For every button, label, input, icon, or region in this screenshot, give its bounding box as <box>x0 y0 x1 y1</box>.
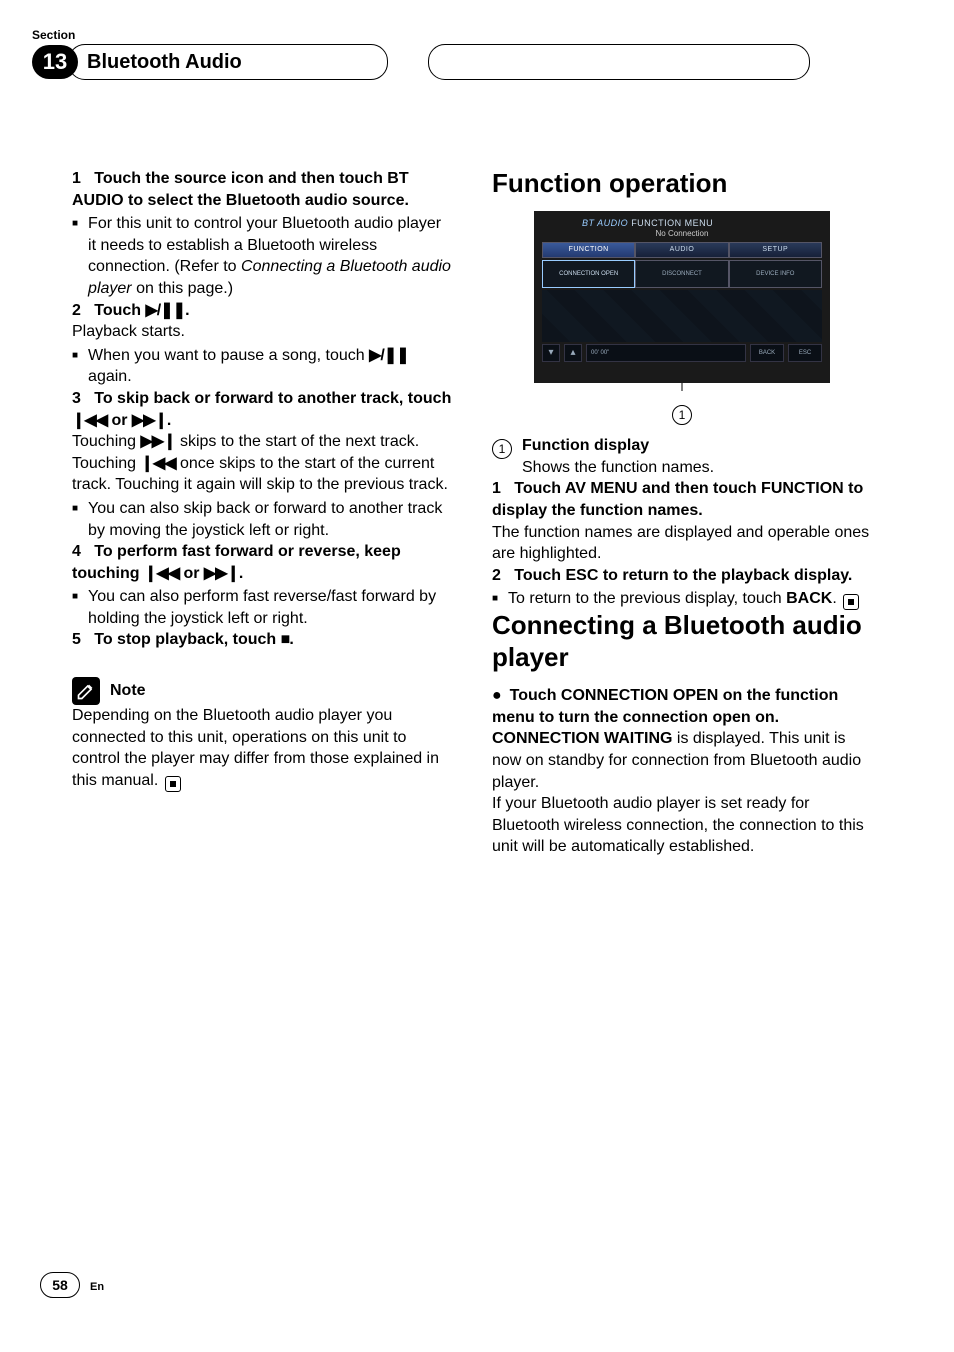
ss-btn-device-info[interactable]: DEVICE INFO <box>729 260 822 288</box>
step2-sub: ■ When you want to pause a song, touch ▶… <box>72 345 452 388</box>
conn-line2: If your Bluetooth audio player is set re… <box>492 793 872 858</box>
step2-line1: Playback starts. <box>72 321 452 343</box>
bullet-icon: ■ <box>492 588 498 610</box>
ss-footer: ▾ ▴ 00' 00" BACK ESC <box>542 344 822 362</box>
ss-back-button[interactable]: BACK <box>750 344 784 362</box>
ss-btn-disconnect[interactable]: DISCONNECT <box>635 260 728 288</box>
ss-button-row: CONNECTION OPEN DISCONNECT DEVICE INFO <box>542 260 822 288</box>
bullet-icon: ■ <box>72 345 78 388</box>
step1-head: 1 Touch the source icon and then touch B… <box>72 168 452 211</box>
ss-esc-button[interactable]: ESC <box>788 344 822 362</box>
stop-icon: ■ <box>281 631 290 648</box>
function-operation-heading: Function operation <box>492 168 872 199</box>
step5-head: 5 To stop playback, touch ■. <box>72 629 452 651</box>
section-number-badge: 13 <box>32 45 78 79</box>
step1-sub: ■ For this unit to control your Bluetoot… <box>72 213 452 299</box>
ss-tab-audio[interactable]: AUDIO <box>635 242 728 258</box>
note-label: Note <box>110 680 146 702</box>
note-header: Note <box>72 677 452 705</box>
right-column: Function operation BT AUDIO FUNCTION MEN… <box>492 168 872 858</box>
step3-body: Touching ▶▶❙ skips to the start of the n… <box>72 431 452 496</box>
ss-subtitle: No Connection <box>542 229 822 240</box>
prev-track-icon: ❙◀◀ <box>144 565 179 582</box>
ss-title: BT AUDIO FUNCTION MENU <box>542 217 822 229</box>
callout-number-icon: 1 <box>672 405 692 425</box>
page-footer: 58 En <box>40 1272 104 1298</box>
section-title-pill: Bluetooth Audio <box>68 44 388 80</box>
step4-sub: ■ You can also perform fast reverse/fast… <box>72 586 452 629</box>
next-track-icon: ▶▶❙ <box>132 412 167 429</box>
next-track-icon: ▶▶❙ <box>141 433 176 450</box>
fstep1-head: 1 Touch AV MENU and then touch FUNCTION … <box>492 478 872 521</box>
section-label: Section <box>32 28 882 42</box>
fstep2-head: 2 Touch ESC to return to the playback di… <box>492 565 872 587</box>
bullet-icon: ● <box>492 687 502 704</box>
function-display-item: 1 Function display Shows the function na… <box>492 435 872 478</box>
bullet-icon: ■ <box>72 498 78 541</box>
ss-up-icon[interactable]: ▴ <box>564 344 582 362</box>
function-display-desc: Shows the function names. <box>522 459 714 476</box>
ss-empty-area <box>542 290 822 342</box>
step3-head: 3 To skip back or forward to another tra… <box>72 388 452 431</box>
bullet-icon: ■ <box>72 213 78 299</box>
conn-bullet: ●Touch CONNECTION OPEN on the function m… <box>492 685 872 729</box>
header-row: 13 Bluetooth Audio <box>32 44 882 80</box>
fstep1-body: The function names are displayed and ope… <box>492 522 872 565</box>
note-body: Depending on the Bluetooth audio player … <box>72 705 452 792</box>
fstep2-sub: ■ To return to the previous display, tou… <box>492 588 872 610</box>
ss-tab-function[interactable]: FUNCTION <box>542 242 635 258</box>
title-pill-group: 13 Bluetooth Audio <box>32 44 388 80</box>
next-track-icon: ▶▶❙ <box>204 565 239 582</box>
conn-line1: CONNECTION WAITING is displayed. This un… <box>492 728 872 793</box>
screenshot-callout: 1 <box>492 377 872 425</box>
prev-track-icon: ❙◀◀ <box>72 412 107 429</box>
ss-status: 00' 00" <box>586 344 746 362</box>
prev-track-icon: ❙◀◀ <box>141 455 176 472</box>
ss-tabs: FUNCTION AUDIO SETUP <box>542 242 822 258</box>
page-language: En <box>90 1281 104 1293</box>
step3-sub: ■ You can also skip back or forward to a… <box>72 498 452 541</box>
circled-1-icon: 1 <box>492 439 512 459</box>
left-column: 1 Touch the source icon and then touch B… <box>72 168 452 858</box>
empty-pill <box>428 44 810 80</box>
play-pause-icon: ▶/❚❚ <box>146 302 186 319</box>
ss-down-icon[interactable]: ▾ <box>542 344 560 362</box>
ss-btn-connection-open[interactable]: CONNECTION OPEN <box>542 260 635 288</box>
end-mark-icon <box>165 776 181 792</box>
page-number: 58 <box>40 1272 80 1298</box>
play-pause-icon: ▶/❚❚ <box>369 347 409 364</box>
step4-head: 4 To perform fast forward or reverse, ke… <box>72 541 452 584</box>
step2-head: 2 Touch ▶/❚❚. <box>72 300 452 322</box>
bullet-icon: ■ <box>72 586 78 629</box>
connecting-heading: Connecting a Bluetooth audio player <box>492 610 872 672</box>
function-display-label: Function display <box>522 435 714 457</box>
ss-tab-setup[interactable]: SETUP <box>729 242 822 258</box>
device-screenshot: BT AUDIO FUNCTION MENU No Connection FUN… <box>534 211 830 383</box>
note-icon <box>72 677 100 705</box>
end-mark-icon <box>843 594 859 610</box>
